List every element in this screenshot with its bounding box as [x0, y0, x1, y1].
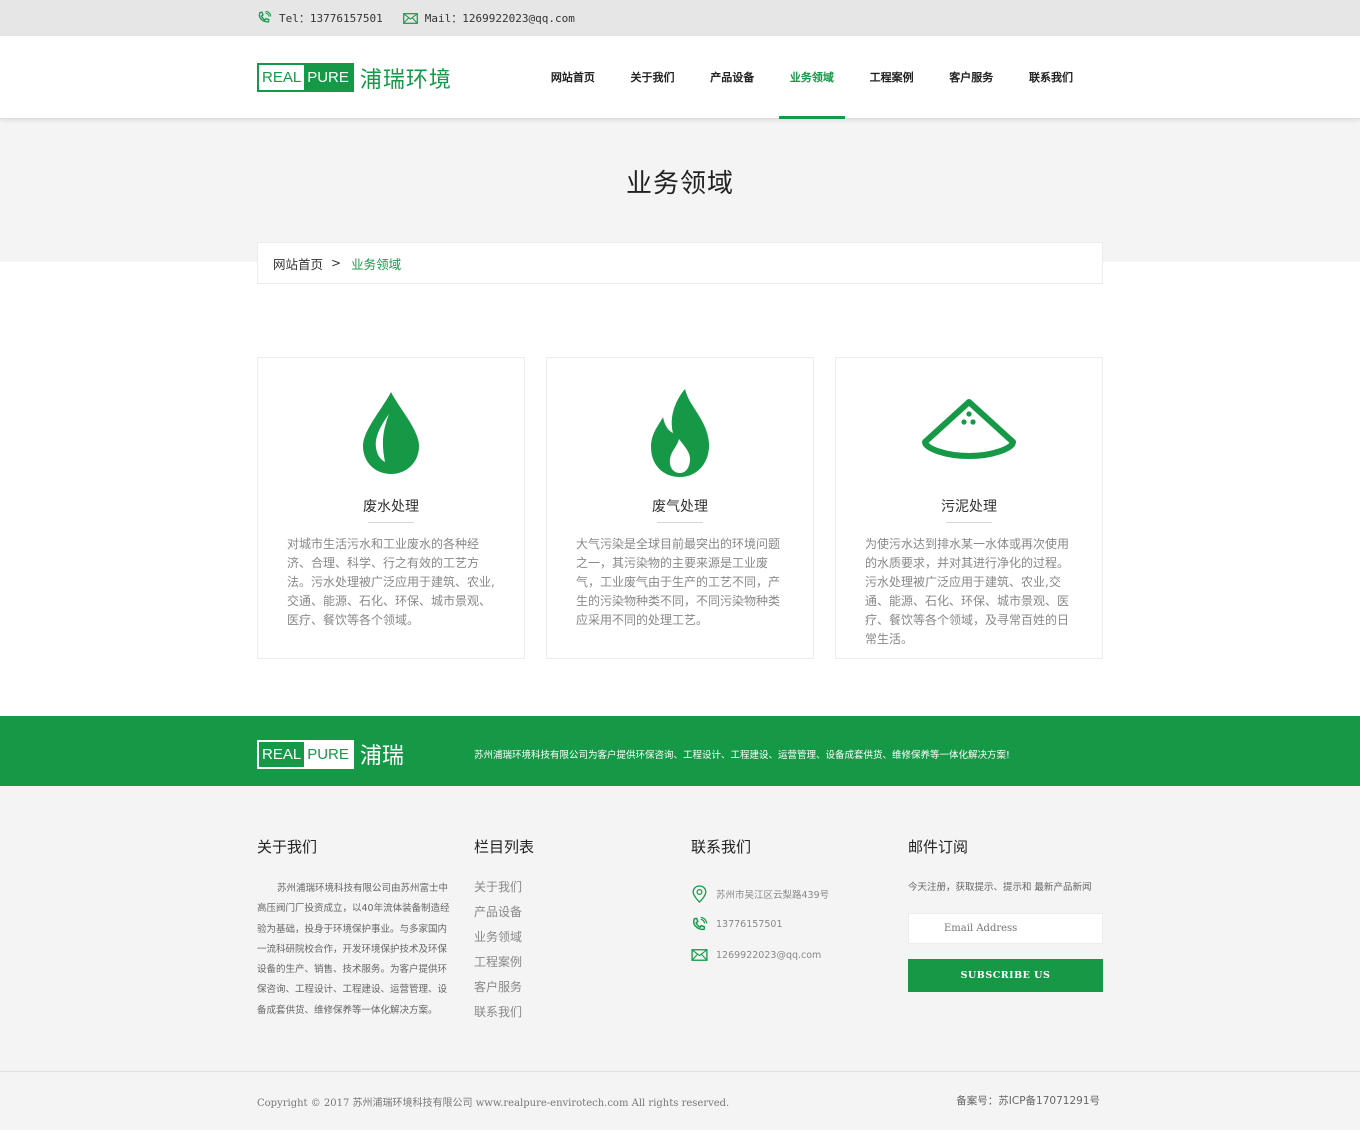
breadcrumb-home[interactable]: 网站首页 — [273, 254, 323, 273]
site-logo[interactable]: REAL PURE 浦瑞环境 — [257, 62, 452, 94]
footer-link-list: 关于我们 产品设备 业务领域 工程案例 客户服务 联系我们 — [474, 875, 534, 1025]
contact-address: 苏州市吴江区云梨路439号 — [691, 879, 829, 910]
band-logo: REAL PURE 浦瑞 — [257, 738, 404, 770]
footer-about-heading: 关于我们 — [257, 838, 318, 856]
nav-item-products[interactable]: 产品设备 — [692, 36, 772, 119]
nav-item-about[interactable]: 关于我们 — [613, 36, 693, 119]
footer-about-text: 苏州浦瑞环境科技有限公司由苏州富士中高压阀门厂投资成立，以40年流体装备制造经验… — [257, 883, 450, 1016]
card-sludge[interactable]: 污泥处理 为使污水达到排水某一水体或再次使用的水质要求，并对其进行净化的过程。污… — [835, 357, 1103, 659]
slogan-band: REAL PURE 浦瑞 苏州浦瑞环境科技有限公司为客户提供环保咨询、工程设计、… — [0, 716, 1360, 786]
band-logo-real: REAL — [262, 745, 302, 763]
footer-links: 栏目列表 关于我们 产品设备 业务领域 工程案例 客户服务 联系我们 — [474, 836, 534, 1025]
contact-email: 1269922023@qq.com — [691, 940, 829, 971]
breadcrumb-separator: > — [331, 256, 342, 270]
envelope-icon — [402, 12, 418, 24]
logo-chinese-name: 浦瑞环境 — [359, 67, 452, 93]
breadcrumb: 网站首页 > 业务领域 — [257, 242, 1103, 284]
icp-number[interactable]: 备案号：苏ICP备17071291号 — [956, 1093, 1100, 1108]
footer-link-cases[interactable]: 工程案例 — [474, 950, 534, 975]
logo-pure: PURE — [304, 65, 352, 90]
main-nav: 网站首页 关于我们 产品设备 业务领域 工程案例 客户服务 联系我们 — [533, 36, 1091, 119]
footer-contact: 联系我们 苏州市吴江区云梨路439号 13776157501 126992202… — [691, 836, 829, 971]
business-cards: 废水处理 对城市生活污水和工业废水的各种经济、合理、科学、行之有效的工艺方法。污… — [257, 357, 1103, 659]
breadcrumb-current: 业务领域 — [351, 256, 402, 272]
copyright-text: Copyright © 2017 苏州浦瑞环境科技有限公司 www.realpu… — [257, 1098, 730, 1109]
card-divider — [368, 522, 414, 523]
page-banner: 业务领域 — [0, 119, 1360, 262]
subscribe-button[interactable]: SUBSCRIBE US — [908, 959, 1103, 992]
water-drop-icon — [363, 392, 419, 474]
contact-phone-text[interactable]: 13776157501 — [716, 919, 783, 930]
footer-contact-heading: 联系我们 — [691, 838, 752, 856]
flame-icon — [651, 389, 710, 477]
site-header: REAL PURE 浦瑞环境 网站首页 关于我们 产品设备 业务领域 工程案例 … — [0, 36, 1360, 119]
top-phone: Tel： 13776157501 — [257, 10, 383, 26]
band-slogan: 苏州浦瑞环境科技有限公司为客户提供环保咨询、工程设计、工程建设、运营管理、设备成… — [474, 750, 1010, 761]
mail-address[interactable]: 1269922023@qq.com — [462, 12, 575, 25]
footer-link-about[interactable]: 关于我们 — [474, 875, 534, 900]
card-divider — [657, 522, 703, 523]
footer-link-service[interactable]: 客户服务 — [474, 975, 534, 1000]
sludge-pile-icon — [922, 399, 1016, 459]
band-logo-pure: PURE — [304, 741, 352, 767]
card-title: 废水处理 — [363, 499, 419, 515]
logo-real: REAL — [259, 65, 305, 90]
footer-subscribe: 邮件订阅 今天注册，获取提示、提示和 最新产品新闻 SUBSCRIBE US — [908, 836, 1103, 992]
logo-mark: REAL PURE — [257, 63, 354, 92]
subscribe-description: 今天注册，获取提示、提示和 最新产品新闻 — [908, 882, 1092, 893]
footer-link-contact[interactable]: 联系我们 — [474, 1000, 534, 1025]
page-title: 业务领域 — [625, 169, 734, 199]
nav-item-business[interactable]: 业务领域 — [772, 36, 852, 119]
card-text: 大气污染是全球目前最突出的环境问题之一，其污染物的主要来源是工业废气，工业废气由… — [576, 537, 781, 627]
card-text: 对城市生活污水和工业废水的各种经济、合理、科学、行之有效的工艺方法。污水处理被广… — [287, 537, 495, 627]
footer-links-heading: 栏目列表 — [474, 838, 535, 856]
card-text: 为使污水达到排水某一水体或再次使用的水质要求，并对其进行净化的过程。污水处理被广… — [865, 537, 1070, 646]
card-divider — [946, 522, 992, 523]
tel-number[interactable]: 13776157501 — [310, 12, 383, 25]
card-exhaust-gas[interactable]: 废气处理 大气污染是全球目前最突出的环境问题之一，其污染物的主要来源是工业废气，… — [546, 357, 814, 659]
tel-label: Tel： — [279, 12, 310, 25]
footer-subscribe-heading: 邮件订阅 — [908, 838, 969, 856]
contact-email-text[interactable]: 1269922023@qq.com — [716, 950, 821, 961]
mail-label: Mail： — [424, 12, 463, 25]
card-title: 污泥处理 — [941, 499, 997, 515]
top-mail: Mail： 1269922023@qq.com — [402, 10, 575, 26]
nav-item-contact[interactable]: 联系我们 — [1011, 36, 1091, 119]
top-bar: Tel： 13776157501 Mail： 1269922023@qq.com — [0, 0, 1360, 36]
footer-link-products[interactable]: 产品设备 — [474, 900, 534, 925]
nav-item-home[interactable]: 网站首页 — [533, 36, 613, 119]
email-field[interactable] — [908, 913, 1103, 944]
contact-phone: 13776157501 — [691, 910, 829, 941]
contact-address-text: 苏州市吴江区云梨路439号 — [716, 890, 830, 902]
card-wastewater[interactable]: 废水处理 对城市生活污水和工业废水的各种经济、合理、科学、行之有效的工艺方法。污… — [257, 357, 525, 659]
footer-about: 关于我们 苏州浦瑞环境科技有限公司由苏州富士中高压阀门厂投资成立，以40年流体装… — [257, 836, 452, 1021]
envelope-icon — [691, 949, 708, 962]
band-logo-chinese: 浦瑞 — [359, 744, 404, 769]
phone-icon — [258, 11, 272, 23]
nav-item-service[interactable]: 客户服务 — [931, 36, 1011, 119]
card-title: 废气处理 — [652, 499, 708, 515]
nav-item-cases[interactable]: 工程案例 — [852, 36, 932, 119]
footer-link-business[interactable]: 业务领域 — [474, 925, 534, 950]
copyright-bar: Copyright © 2017 苏州浦瑞环境科技有限公司 www.realpu… — [0, 1071, 1360, 1130]
site-footer: 关于我们 苏州浦瑞环境科技有限公司由苏州富士中高压阀门厂投资成立，以40年流体装… — [0, 786, 1360, 1071]
band-logo-mark: REAL PURE — [257, 739, 354, 769]
location-pin-icon — [692, 885, 707, 904]
phone-icon — [692, 916, 708, 930]
